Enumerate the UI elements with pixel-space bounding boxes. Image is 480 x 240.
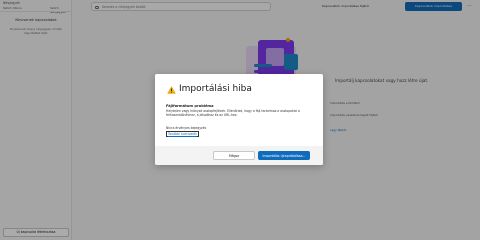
- dialog-title: Importálási hiba: [179, 84, 252, 94]
- warning-icon: [167, 86, 176, 94]
- error-description: Helytelen vagy hiányzó oszlopfejlécek. E…: [166, 109, 300, 118]
- error-count: Nincs érvényes bejegyzés: [166, 126, 207, 130]
- cancel-button[interactable]: Mégse: [213, 151, 255, 160]
- retry-import-button[interactable]: Importálás újrapróbálása...: [258, 151, 310, 160]
- error-heading: Fájlformátum probléma: [166, 104, 214, 108]
- dialog-footer: Mégse Importálás újrapróbálása...: [155, 146, 323, 165]
- more-info-link[interactable]: További tudnivalók: [166, 131, 199, 137]
- import-error-dialog: Importálási hiba Fájlformátum probléma H…: [155, 74, 323, 165]
